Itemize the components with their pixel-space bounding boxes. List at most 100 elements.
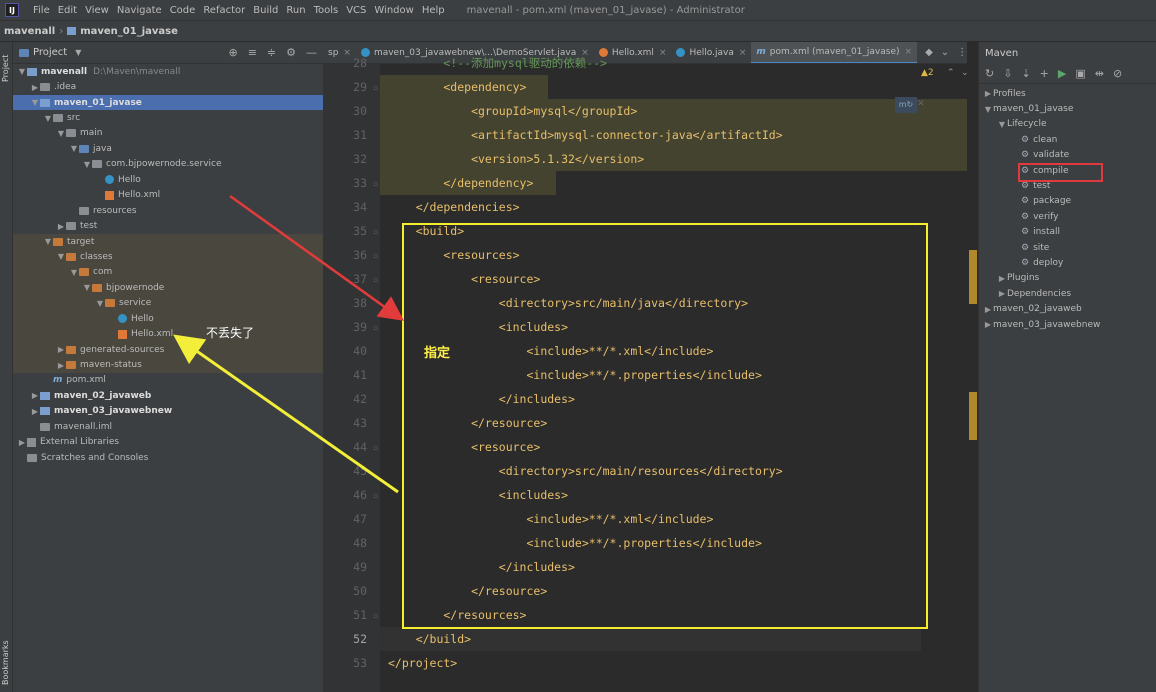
maven-row-site[interactable]: ⚙ site bbox=[979, 240, 1156, 255]
code-line[interactable]: <dependency> bbox=[388, 75, 526, 99]
tree-row-generated-sources[interactable]: ▶ generated-sources bbox=[13, 341, 323, 358]
code-line[interactable]: </project> bbox=[388, 651, 457, 675]
fold-marker-icon[interactable]: ⌂ bbox=[373, 83, 378, 92]
breadcrumb-root[interactable]: mavenall bbox=[4, 26, 55, 37]
tree-row-bjpowernode[interactable]: ▼ bjpowernode bbox=[13, 280, 323, 296]
code-line[interactable]: <include>**/*.xml</include> bbox=[388, 507, 713, 531]
close-icon[interactable]: × bbox=[905, 47, 913, 57]
menu-code[interactable]: Code bbox=[166, 5, 200, 16]
chevron-right-icon[interactable]: ▶ bbox=[983, 89, 993, 98]
expand-icon[interactable]: ⇹ bbox=[1095, 67, 1104, 80]
code-line[interactable]: </resource> bbox=[388, 411, 547, 435]
chevron-down-icon[interactable]: ⌄ bbox=[941, 47, 949, 58]
code-line[interactable]: <include>**/*.properties</include> bbox=[388, 531, 761, 555]
maven-row-lifecycle[interactable]: ▼ Lifecycle bbox=[979, 117, 1156, 132]
fold-marker-icon[interactable]: ⌂ bbox=[373, 251, 378, 260]
tree-row-src[interactable]: ▼ src bbox=[13, 110, 323, 125]
tree-row-maven-01-javase[interactable]: ▼ maven_01_javase bbox=[13, 94, 323, 111]
menu-file[interactable]: File bbox=[29, 5, 54, 16]
menu-refactor[interactable]: Refactor bbox=[199, 5, 249, 16]
code-line[interactable]: <build> bbox=[388, 219, 464, 243]
editor-tab[interactable]: m pom.xml (maven_01_javase) × bbox=[751, 42, 918, 63]
menu-view[interactable]: View bbox=[81, 5, 113, 16]
tree-row-external-libraries[interactable]: ▶ External Libraries bbox=[13, 435, 323, 450]
settings-icon[interactable]: ⚙ bbox=[286, 46, 296, 59]
fold-marker-icon[interactable]: ⌂ bbox=[373, 323, 378, 332]
close-icon[interactable]: × bbox=[739, 48, 747, 58]
close-icon[interactable]: × bbox=[659, 48, 667, 58]
menu-build[interactable]: Build bbox=[249, 5, 282, 16]
tree-row-test[interactable]: ▶ test bbox=[13, 218, 323, 233]
code-line[interactable]: <directory>src/main/resources</directory… bbox=[388, 459, 783, 483]
menu-vcs[interactable]: VCS bbox=[342, 5, 370, 16]
maven-row-dependencies[interactable]: ▶ Dependencies bbox=[979, 286, 1156, 301]
code-line[interactable]: </dependency> bbox=[388, 171, 533, 195]
tree-row-mavenall[interactable]: ▼ mavenall D:\Maven\mavenall bbox=[13, 64, 323, 79]
code-line[interactable]: </dependencies> bbox=[388, 195, 520, 219]
code-line[interactable]: <groupId>mysql</groupId> bbox=[388, 99, 637, 123]
project-panel-title[interactable]: Project bbox=[33, 47, 67, 58]
chevron-down-icon[interactable]: ▼ bbox=[82, 283, 92, 292]
chevron-down-icon[interactable]: ▼ bbox=[82, 160, 92, 169]
tree-row-resources[interactable]: resources bbox=[13, 203, 323, 218]
maven-row-test[interactable]: ⚙ test bbox=[979, 178, 1156, 193]
code-line[interactable]: </build> bbox=[388, 627, 471, 651]
chevron-right-icon[interactable]: ▶ bbox=[56, 222, 66, 231]
fold-marker-icon[interactable]: ⌂ bbox=[373, 227, 378, 236]
tree-row-maven-status[interactable]: ▶ maven-status bbox=[13, 357, 323, 373]
maven-row-deploy[interactable]: ⚙ deploy bbox=[979, 255, 1156, 270]
fold-marker-icon[interactable]: ⌂ bbox=[373, 611, 378, 620]
chevron-down-icon[interactable]: ▼ bbox=[56, 252, 66, 261]
tree-row-hello[interactable]: Hello bbox=[13, 311, 323, 327]
chevron-down-icon[interactable]: ▼ bbox=[69, 144, 79, 153]
chevron-down-icon[interactable]: ▼ bbox=[69, 268, 79, 277]
maven-row-plugins[interactable]: ▶ Plugins bbox=[979, 271, 1156, 286]
menu-window[interactable]: Window bbox=[370, 5, 417, 16]
tree-row-java[interactable]: ▼ java bbox=[13, 141, 323, 156]
tree-row-scratches-and-consoles[interactable]: Scratches and Consoles bbox=[13, 450, 323, 465]
add-icon[interactable]: + bbox=[1040, 67, 1049, 80]
chevron-down-icon[interactable]: ▼ bbox=[56, 129, 66, 138]
chevron-down-icon[interactable]: ▼ bbox=[983, 105, 993, 114]
more-icon[interactable]: ⋮ bbox=[957, 47, 967, 58]
chevron-right-icon[interactable]: ▶ bbox=[17, 438, 27, 447]
editor-tab[interactable]: Hello.java × bbox=[671, 42, 751, 63]
tree-row-hello-xml[interactable]: Hello.xml bbox=[13, 326, 323, 342]
close-icon[interactable]: ✕ bbox=[917, 99, 925, 109]
chevron-right-icon[interactable]: ▶ bbox=[997, 289, 1007, 298]
menu-navigate[interactable]: Navigate bbox=[113, 5, 166, 16]
download-icon[interactable]: ⇣ bbox=[1021, 67, 1030, 80]
chevron-down-icon[interactable]: ▼ bbox=[43, 237, 53, 246]
code-line[interactable]: <includes> bbox=[388, 315, 568, 339]
tree-row-com-bjpowernode-service[interactable]: ▼ com.bjpowernode.service bbox=[13, 157, 323, 172]
maven-row-maven-01-javase[interactable]: ▼ maven_01_javase bbox=[979, 101, 1156, 116]
code-line[interactable]: <includes> bbox=[388, 483, 568, 507]
menu-tools[interactable]: Tools bbox=[310, 5, 343, 16]
tree-row-maven-03-javawebnew[interactable]: ▶ maven_03_javawebnew bbox=[13, 404, 323, 419]
maven-row-compile[interactable]: ⚙ compile bbox=[979, 163, 1156, 178]
code-line[interactable]: <directory>src/main/java</directory> bbox=[388, 291, 748, 315]
chevron-right-icon[interactable]: ▶ bbox=[30, 391, 40, 400]
tree-row-pom-xml[interactable]: m pom.xml bbox=[13, 373, 323, 388]
skip-tests-icon[interactable]: ⊘ bbox=[1113, 67, 1122, 80]
more-tabs-icon[interactable]: ◆ bbox=[925, 47, 933, 58]
tree-row-classes[interactable]: ▼ classes bbox=[13, 249, 323, 265]
project-tool-tab[interactable]: Project bbox=[1, 46, 12, 90]
maven-row-clean[interactable]: ⚙ clean bbox=[979, 132, 1156, 147]
maven-row-maven-02-javaweb[interactable]: ▶ maven_02_javaweb bbox=[979, 301, 1156, 316]
run-icon[interactable]: ▶ bbox=[1058, 67, 1066, 80]
maven-row-package[interactable]: ⚙ package bbox=[979, 194, 1156, 209]
chevron-right-icon[interactable]: ▶ bbox=[983, 305, 993, 314]
code-line[interactable]: <resources> bbox=[388, 243, 519, 267]
code-area[interactable]: <!--添加mysql驱动的依赖--> <dependency> <groupI… bbox=[380, 56, 968, 692]
chevron-right-icon[interactable]: ▶ bbox=[56, 345, 66, 354]
tree-row-service[interactable]: ▼ service bbox=[13, 295, 323, 311]
code-line[interactable]: <artifactId>mysql-connector-java</artifa… bbox=[388, 123, 783, 147]
chevron-down-icon[interactable]: ▼ bbox=[17, 67, 27, 76]
expand-all-icon[interactable]: ≑ bbox=[267, 46, 276, 59]
chevron-down-icon[interactable]: ▼ bbox=[30, 98, 40, 107]
fold-marker-icon[interactable]: ⌂ bbox=[373, 275, 378, 284]
menu-help[interactable]: Help bbox=[418, 5, 449, 16]
reimport-icon[interactable]: ⇩ bbox=[1003, 67, 1012, 80]
menu-edit[interactable]: Edit bbox=[54, 5, 81, 16]
